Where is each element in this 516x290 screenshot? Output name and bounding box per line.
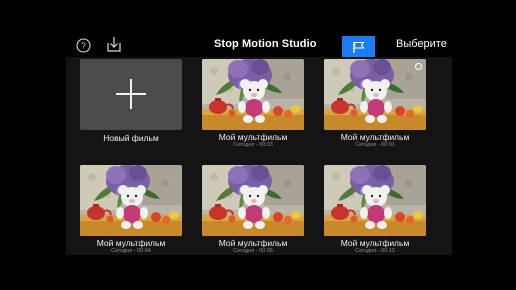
movie-grid: Новый фильм Мой мультфильм Сегодня - 00:…	[66, 57, 452, 255]
plus-icon	[116, 79, 146, 109]
top-bar: ? Stop Motion Studio Выберите	[66, 32, 452, 58]
new-movie-thumbnail[interactable]	[80, 59, 182, 130]
movie-date-duration: Сегодня - 00:04	[111, 248, 151, 254]
new-movie-label: Новый фильм	[103, 133, 159, 143]
movie-title: Мой мультфильм	[340, 132, 410, 142]
select-button[interactable]: Выберите	[396, 38, 447, 50]
app-screen: ? Stop Motion Studio Выберите Новый филь	[0, 0, 516, 290]
movie-thumbnail[interactable]	[80, 165, 182, 236]
movie-date-duration: Сегодня - 00:01	[355, 142, 395, 148]
movie-thumbnail[interactable]	[202, 165, 304, 236]
movie-thumbnail[interactable]	[202, 59, 304, 130]
movie-title: Мой мультфильм	[340, 238, 410, 248]
selection-circle-icon[interactable]	[415, 63, 422, 70]
movie-thumbnail[interactable]	[324, 165, 426, 236]
movie-date-duration: Сегодня - 00:03	[233, 142, 273, 148]
movie-title: Мой мультфильм	[218, 132, 288, 142]
movie-title: Мой мультфильм	[218, 238, 288, 248]
movie-title: Мой мультфильм	[96, 238, 166, 248]
movie-date-duration: Сегодня - 00:13	[355, 248, 395, 254]
help-icon[interactable]: ?	[76, 38, 91, 53]
movie-thumbnail[interactable]	[324, 59, 426, 130]
svg-text:?: ?	[81, 41, 86, 51]
flag-button[interactable]	[342, 36, 375, 58]
download-icon[interactable]	[106, 36, 122, 53]
flag-icon	[352, 41, 365, 53]
app-title: Stop Motion Studio	[214, 38, 317, 50]
movie-date-duration: Сегодня - 00:05	[233, 248, 273, 254]
